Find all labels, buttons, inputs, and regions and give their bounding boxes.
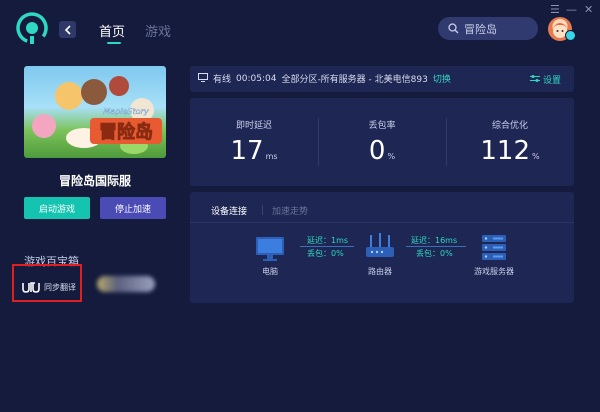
stat-packet-loss: 丢包率 0%: [318, 98, 446, 186]
stat-optimization-label: 综合优化: [491, 121, 528, 131]
settings-label: 设置: [543, 76, 562, 86]
link2-latency: 延迟：16ms: [411, 236, 458, 245]
stat-latency-unit: ms: [265, 152, 278, 161]
link1-loss: 丢包：0%: [307, 249, 344, 258]
search-value: 冒险岛: [464, 22, 497, 36]
chevron-left-icon: [64, 20, 72, 39]
cover-logo-text: 冒险岛: [99, 121, 153, 143]
stat-latency: 即时延迟 17 ms: [190, 98, 318, 186]
sliders-icon: [530, 74, 540, 86]
stat-loss-label: 丢包率: [368, 121, 396, 131]
link2-loss: 丢包：0%: [416, 249, 453, 258]
server-info: 全部分区-所有服务器 - 北美电信893: [281, 75, 428, 85]
switch-server-link[interactable]: 切换: [433, 72, 451, 85]
connection-status: 有线 00:05:04 全部分区-所有服务器 - 北美电信893 切换: [198, 72, 451, 85]
back-button[interactable]: [59, 21, 76, 38]
stat-latency-value: 17: [230, 136, 264, 166]
stat-loss-unit: %: [387, 152, 396, 161]
game-title: 冒险岛国际服: [58, 174, 131, 188]
translate-tool-button[interactable]: 同步翻译: [22, 278, 76, 297]
tab-home[interactable]: 首页: [99, 21, 125, 40]
translate-tool-label: 同步翻译: [44, 283, 76, 292]
stop-accelerate-button[interactable]: 停止加速: [100, 197, 166, 219]
stat-latency-value-wrap: 17 ms: [190, 136, 318, 166]
minimize-button[interactable]: —: [566, 4, 577, 15]
start-game-button[interactable]: 启动游戏: [24, 197, 90, 219]
connection-type: 有线: [213, 75, 232, 85]
link2-line: [406, 246, 466, 247]
tab-separator: [262, 205, 263, 215]
settings-button[interactable]: 设置: [530, 73, 561, 86]
tab-home-indicator: [107, 42, 121, 44]
device-label-pc: 电脑: [262, 267, 278, 276]
stat-loss-value: 0: [368, 136, 386, 166]
monitor-icon: [198, 72, 208, 85]
link1-latency: 延迟：1ms: [307, 236, 349, 245]
search-icon: [448, 19, 459, 38]
router-icon: [364, 233, 396, 265]
blurred-tool-item[interactable]: [97, 276, 155, 292]
close-button[interactable]: ✕: [584, 4, 593, 15]
game-cover-image: MapleStory 冒险岛: [24, 66, 166, 158]
cover-logo-sub: MapleStory: [103, 107, 148, 116]
stat-loss-value-wrap: 0%: [318, 136, 446, 166]
elapsed-time: 00:05:04: [236, 73, 277, 84]
tab-games[interactable]: 游戏: [145, 21, 171, 40]
stat-optimization-value: 112: [480, 136, 531, 166]
stat-optimization-value-wrap: 112%: [446, 136, 574, 166]
computer-icon: [255, 236, 285, 266]
stat-optimization-unit: %: [532, 152, 540, 161]
device-label-server: 游戏服务器: [474, 267, 514, 276]
tab-acceleration-trend[interactable]: 加速走势: [272, 204, 308, 217]
stat-latency-label: 即时延迟: [235, 121, 272, 131]
link1-line: [300, 246, 354, 247]
app-logo-icon: [14, 10, 50, 46]
translate-logo-icon: [22, 278, 40, 297]
tab-divider-line: [190, 222, 574, 223]
vip-badge-icon: [565, 30, 576, 41]
tab-device-connection[interactable]: 设备连接: [211, 204, 247, 217]
menu-icon[interactable]: ☰: [550, 4, 560, 15]
stat-optimization: 综合优化 112%: [446, 98, 574, 186]
server-icon: [481, 234, 507, 266]
search-input[interactable]: 冒险岛: [438, 17, 538, 40]
device-label-router: 路由器: [368, 267, 392, 276]
